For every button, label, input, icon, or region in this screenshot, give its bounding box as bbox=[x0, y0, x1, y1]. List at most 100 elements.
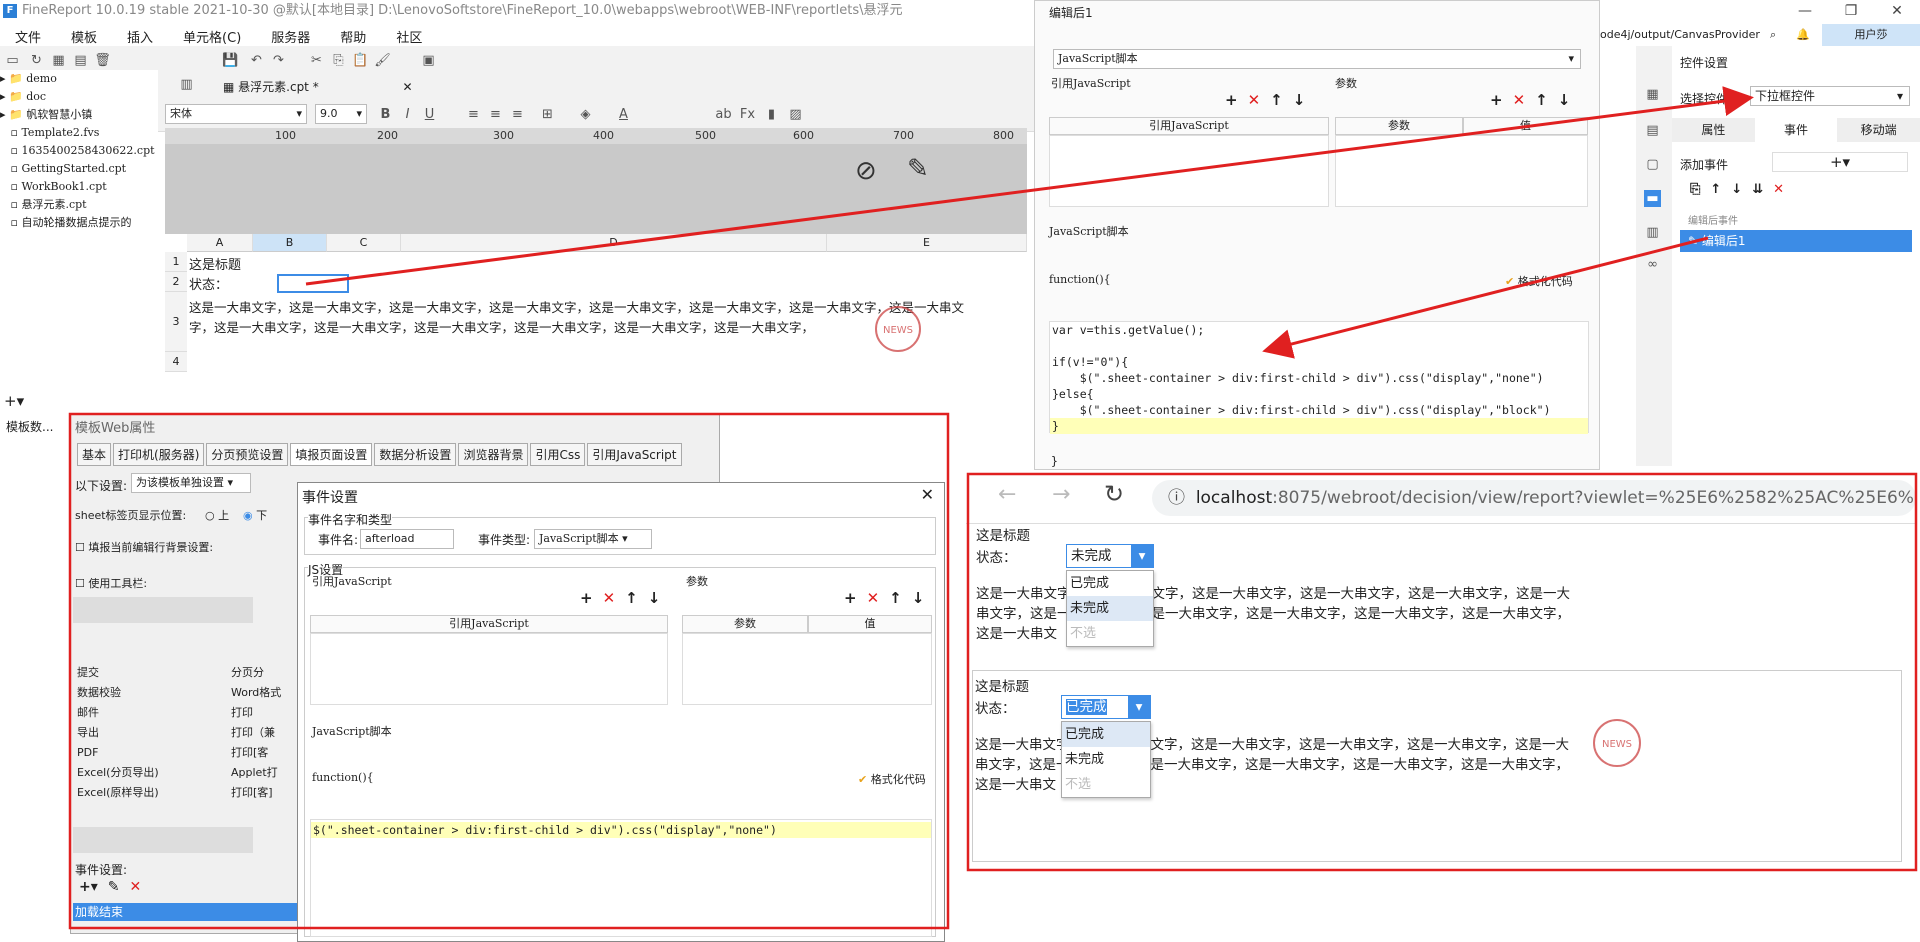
widget-select[interactable]: 下拉框控件 ▾ bbox=[1750, 86, 1910, 106]
address-bar[interactable]: ⓘ localhost:8075/webroot/decision/view/r… bbox=[1152, 480, 1916, 516]
long-text-cell[interactable]: 这是一大串文字，这是一大串文字，这是一大串文字，这是一大串文字，这是一大串文字，… bbox=[189, 298, 969, 338]
column-header[interactable]: C bbox=[327, 234, 401, 252]
formula-icon[interactable]: Fx bbox=[739, 106, 756, 123]
bold-icon[interactable]: B bbox=[377, 106, 394, 123]
row-header[interactable]: 2 bbox=[165, 272, 187, 292]
use-toolbar-checkbox[interactable]: ☐ 使用工具栏: bbox=[75, 575, 147, 591]
tab-basic[interactable]: 基本 bbox=[77, 443, 112, 466]
up-arrow-icon[interactable]: ↑ bbox=[625, 589, 638, 607]
tree-item[interactable]: ▫ GettingStarted.cpt bbox=[0, 160, 158, 178]
align-left-icon[interactable]: ≡ bbox=[465, 106, 482, 123]
user-button[interactable]: 用户莎 bbox=[1822, 24, 1920, 46]
tab-properties[interactable]: 属性 bbox=[1672, 118, 1755, 142]
border-icon[interactable]: ⊞ bbox=[539, 106, 556, 123]
undo-icon[interactable]: ↶ bbox=[248, 52, 265, 69]
excel-page-item[interactable]: Excel(分页导出) bbox=[77, 763, 159, 783]
delete-icon[interactable]: ✕ bbox=[1773, 182, 1784, 197]
text-icon[interactable]: ab bbox=[715, 106, 732, 123]
close-icon[interactable]: ✕ bbox=[921, 485, 934, 504]
tree-item[interactable]: ▸ 📁 doc bbox=[0, 88, 158, 106]
delete-icon[interactable]: ✕ bbox=[603, 589, 616, 607]
delete-icon[interactable]: ✕ bbox=[130, 879, 142, 895]
italic-icon[interactable]: I bbox=[399, 106, 416, 123]
font-color-icon[interactable]: A bbox=[615, 106, 632, 123]
menu-community[interactable]: 社区 bbox=[381, 24, 437, 46]
menu-cell[interactable]: 单元格(C) bbox=[168, 24, 256, 46]
condition-icon[interactable]: ▥ bbox=[1644, 224, 1661, 241]
param-table[interactable] bbox=[1335, 135, 1588, 207]
delete-icon[interactable]: ✕ bbox=[1513, 91, 1526, 109]
title-cell[interactable]: 这是标题 bbox=[189, 254, 241, 273]
close-tab-icon[interactable]: ✕ bbox=[403, 80, 413, 94]
tree-item[interactable]: ▫ 1635400258430622.cpt bbox=[0, 142, 158, 160]
close-button[interactable]: ✕ bbox=[1874, 0, 1920, 24]
tab-fill-page[interactable]: 填报页面设置 bbox=[290, 443, 373, 466]
event-item[interactable]: 加载结束 bbox=[73, 903, 303, 921]
add-event-button[interactable]: +▾ bbox=[1772, 152, 1908, 172]
copy-icon[interactable]: ⎘ bbox=[330, 52, 347, 69]
validate-item[interactable]: 数据校验 bbox=[77, 683, 159, 703]
tab-printer[interactable]: 打印机(服务器) bbox=[113, 443, 205, 466]
edit-icon[interactable]: ✎ bbox=[108, 879, 120, 895]
delete-icon[interactable]: 🗑 bbox=[94, 52, 111, 69]
tree-item[interactable]: ▫ 自动轮播数据点提示的 bbox=[0, 214, 158, 232]
link-icon[interactable]: ∞ bbox=[1644, 256, 1661, 273]
underline-icon[interactable]: U bbox=[421, 106, 438, 123]
tab-data-analysis[interactable]: 数据分析设置 bbox=[374, 443, 457, 466]
search-icon[interactable]: ⌕ bbox=[1770, 24, 1776, 46]
chart-icon[interactable]: ▮ bbox=[763, 106, 780, 123]
fill-color-icon[interactable]: ◈ bbox=[577, 106, 594, 123]
menu-help[interactable]: 帮助 bbox=[325, 24, 381, 46]
copy-icon[interactable]: ▤ bbox=[72, 52, 89, 69]
tab-page-preview[interactable]: 分页预览设置 bbox=[206, 443, 289, 466]
font-family-select[interactable]: 宋体 ▾ bbox=[165, 104, 307, 124]
down-arrow-icon[interactable]: ↓ bbox=[1293, 91, 1306, 109]
menu-file[interactable]: 文件 bbox=[0, 24, 56, 46]
tree-item[interactable]: ▫ 悬浮元素.cpt bbox=[0, 196, 158, 214]
paste-icon[interactable]: 📋 bbox=[352, 52, 369, 69]
tab-css[interactable]: 引用Css bbox=[530, 443, 586, 466]
align-center-icon[interactable]: ≡ bbox=[487, 106, 504, 123]
print-compat-item[interactable]: 打印（兼 bbox=[231, 723, 281, 743]
dropdown-option[interactable]: 不选 bbox=[1062, 772, 1150, 797]
menu-server[interactable]: 服务器 bbox=[256, 24, 325, 46]
column-header[interactable]: E bbox=[827, 234, 1027, 252]
down-arrow-icon[interactable]: ↓ bbox=[1731, 182, 1742, 197]
row-header[interactable]: 1 bbox=[165, 252, 187, 272]
status-label-cell[interactable]: 状态： bbox=[189, 274, 228, 293]
pos-bottom-radio[interactable]: ◉ 下 bbox=[243, 507, 267, 523]
status-combo[interactable]: 已完成 ▾ bbox=[1061, 695, 1151, 719]
up-arrow-icon[interactable]: ↑ bbox=[1710, 182, 1721, 197]
submit-item[interactable]: 提交 bbox=[77, 663, 159, 683]
preview-icon[interactable]: ▣ bbox=[420, 52, 437, 69]
reload-icon[interactable]: ↻ bbox=[1104, 480, 1124, 508]
mail-item[interactable]: 邮件 bbox=[77, 703, 159, 723]
add-icon[interactable]: + bbox=[1490, 91, 1503, 109]
maximize-button[interactable]: ❐ bbox=[1828, 0, 1874, 24]
tree-item[interactable]: ▸ 📁 帆软智慧小镇 bbox=[0, 106, 158, 124]
down-arrow-icon[interactable]: ↓ bbox=[912, 589, 925, 607]
param-table[interactable] bbox=[682, 633, 932, 705]
image-icon[interactable]: ▨ bbox=[787, 106, 804, 123]
tree-item[interactable]: ▫ Template2.fvs bbox=[0, 124, 158, 142]
down-arrow-icon[interactable]: ↓ bbox=[1558, 91, 1571, 109]
cut-icon[interactable]: ✂ bbox=[308, 52, 325, 69]
template-icon[interactable]: ▥ bbox=[178, 76, 195, 93]
chevron-down-icon[interactable]: ▾ bbox=[1131, 545, 1153, 567]
pencil-icon[interactable]: ✎ bbox=[907, 154, 929, 184]
forward-icon[interactable]: → bbox=[1052, 482, 1070, 507]
new-folder-icon[interactable]: ▭ bbox=[4, 52, 21, 69]
save-icon[interactable]: 💾 bbox=[222, 52, 239, 69]
dropdown-option[interactable]: 未完成 bbox=[1067, 596, 1153, 621]
delete-icon[interactable]: ✕ bbox=[1248, 91, 1261, 109]
excel-original-item[interactable]: Excel(原样导出) bbox=[77, 783, 159, 803]
add-icon[interactable]: + bbox=[1225, 91, 1238, 109]
tab-mobile[interactable]: 移动端 bbox=[1837, 118, 1920, 142]
print-client2-item[interactable]: 打印[客] bbox=[231, 783, 281, 803]
print-item[interactable]: 打印 bbox=[231, 703, 281, 723]
float-canvas[interactable]: ⊘ ✎ bbox=[165, 144, 1027, 234]
down-arrow-icon[interactable]: ↓ bbox=[648, 589, 661, 607]
up-arrow-icon[interactable]: ↑ bbox=[1270, 91, 1283, 109]
page-item[interactable]: 分页分 bbox=[231, 663, 281, 683]
align-right-icon[interactable]: ≡ bbox=[509, 106, 526, 123]
